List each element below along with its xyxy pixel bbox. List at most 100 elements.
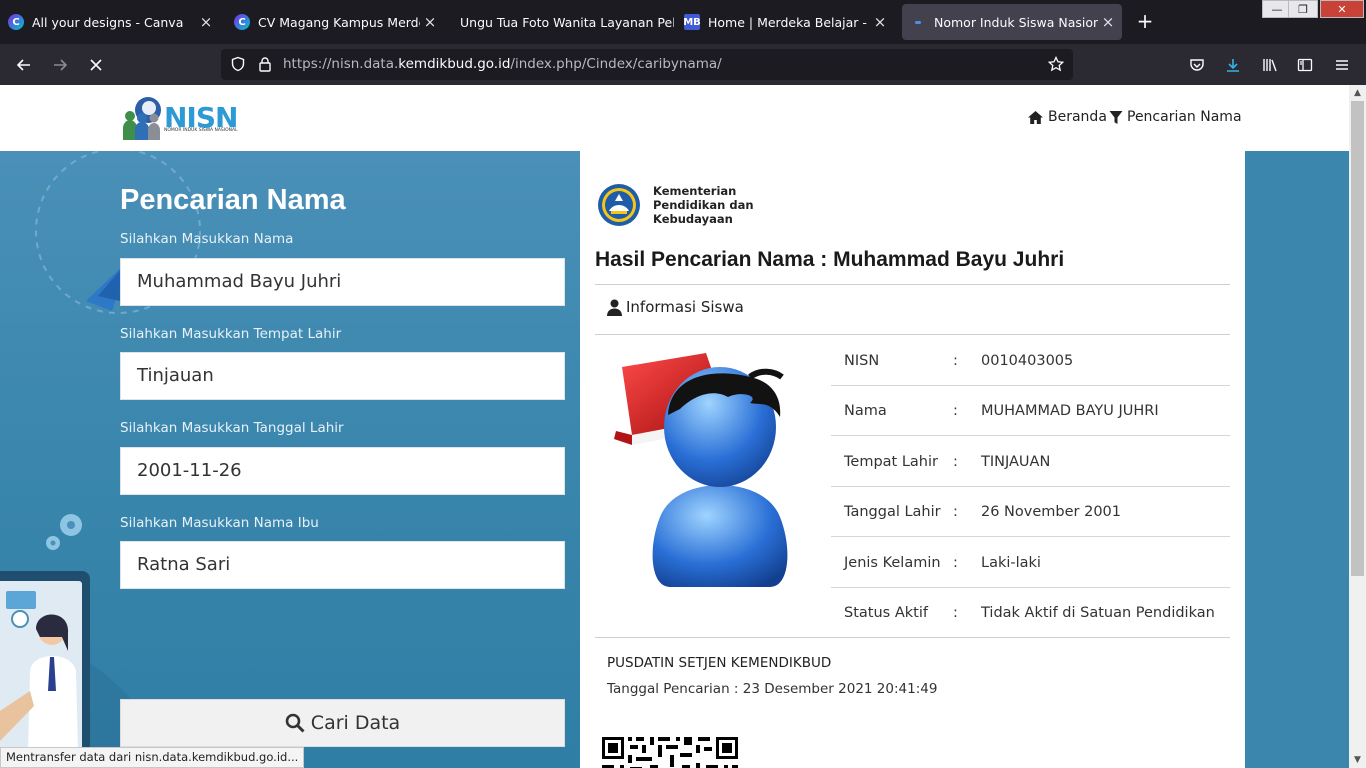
tab-cv-magang[interactable]: C CV Magang Kampus Merdeka - ×	[234, 4, 440, 40]
url-prefix: https://nisn.data.	[283, 56, 399, 72]
menu-icon[interactable]	[1329, 52, 1355, 78]
result-card: Kementerian Pendidikan dan Kebudayaan Ha…	[580, 151, 1245, 768]
student-avatar-icon	[614, 353, 788, 587]
search-date: Tanggal Pencarian : 23 Desember 2021 20:…	[607, 681, 938, 697]
sidebar-icon[interactable]	[1292, 52, 1318, 78]
new-tab-button[interactable]: +	[1134, 10, 1156, 34]
url-path: /index.php/Cindex/caribynama/	[510, 56, 722, 72]
user-icon	[607, 299, 622, 316]
logo-subtitle: NOMOR INDUK SISWA NASIONAL	[164, 128, 238, 133]
address-bar[interactable]: https://nisn.data.kemdikbud.go.id/index.…	[221, 49, 1073, 80]
home-icon	[1028, 110, 1043, 124]
status-bar: Mentransfer data dari nisn.data.kemdikbu…	[0, 747, 305, 768]
tab-nisn[interactable]: Nomor Induk Siswa Nasional ×	[902, 4, 1122, 40]
scrollbar-thumb[interactable]	[1351, 101, 1364, 576]
field-label: NISN	[844, 352, 880, 369]
cari-data-button[interactable]: Cari Data	[120, 699, 565, 747]
ministry-line-1: Kementerian	[653, 184, 737, 198]
window-close-button[interactable]: ✕	[1320, 0, 1364, 18]
tab-title: CV Magang Kampus Merdeka -	[258, 14, 420, 30]
downloads-icon[interactable]	[1220, 52, 1246, 78]
url-text[interactable]: https://nisn.data.kemdikbud.go.id/index.…	[283, 56, 722, 72]
tab-title: Ungu Tua Foto Wanita Layanan Pela	[460, 14, 674, 30]
tab-title: Nomor Induk Siswa Nasional	[934, 14, 1098, 30]
page-scrollbar[interactable]: ▲ ▼	[1349, 85, 1366, 768]
site-header: NISN NOMOR INDUK SISWA NASIONAL Beranda …	[0, 85, 1349, 151]
filter-icon	[1109, 110, 1123, 124]
mother-name-input[interactable]: Ratna Sari	[120, 541, 565, 589]
field-label: Nama	[844, 402, 887, 419]
nav-beranda[interactable]: Beranda	[1027, 109, 1107, 125]
ministry-line-2: Pendidikan dan	[653, 198, 754, 212]
tab-canva-designs[interactable]: C All your designs - Canva ×	[8, 4, 216, 40]
field-row-status-aktif: Status Aktif : Tidak Aktif di Satuan Pen…	[831, 588, 1230, 638]
close-tab-icon[interactable]: ×	[420, 13, 440, 31]
nav-pencarian-nama[interactable]: Pencarian Nama	[1109, 109, 1242, 125]
tab-strip: C All your designs - Canva × C CV Magang…	[0, 0, 1366, 44]
canva-icon: C	[8, 14, 24, 30]
ministry-line-3: Kebudayaan	[653, 212, 733, 226]
field-value: 26 November 2001	[981, 503, 1122, 520]
field-label: Status Aktif	[844, 605, 928, 621]
birthdate-label: Silahkan Masukkan Tanggal Lahir	[120, 420, 344, 436]
info-siswa-heading: Informasi Siswa	[607, 298, 744, 316]
field-value: MUHAMMAD BAYU JUHRI	[981, 402, 1159, 419]
field-row-tanggal-lahir: Tanggal Lahir : 26 November 2001	[831, 487, 1230, 537]
right-background-strip	[1245, 151, 1349, 768]
search-icon	[285, 713, 305, 733]
field-separator: :	[953, 402, 958, 419]
info-siswa-label: Informasi Siswa	[626, 298, 744, 316]
bookmark-star-icon[interactable]	[1043, 51, 1069, 77]
close-tab-icon[interactable]: ×	[1098, 13, 1118, 31]
field-row-jenis-kelamin: Jenis Kelamin : Laki-laki	[831, 538, 1230, 588]
field-separator: :	[953, 503, 958, 520]
name-input[interactable]: Muhammad Bayu Juhri	[120, 258, 565, 306]
back-icon[interactable]	[11, 52, 37, 78]
field-separator: :	[953, 352, 958, 369]
field-value: Laki-laki	[981, 554, 1041, 571]
result-title: Hasil Pencarian Nama : Muhammad Bayu Juh…	[595, 248, 1065, 271]
divider	[595, 334, 1230, 335]
nisn-people-icon	[123, 97, 161, 140]
library-icon[interactable]	[1257, 52, 1283, 78]
birthplace-label: Silahkan Masukkan Tempat Lahir	[120, 326, 342, 342]
birthdate-input[interactable]: 2001-11-26	[120, 447, 565, 495]
birthplace-input[interactable]: Tinjauan	[120, 352, 565, 400]
field-row-nisn: NISN : 0010403005	[831, 336, 1230, 386]
field-label: Tempat Lahir	[844, 453, 938, 470]
canva-icon: C	[234, 14, 250, 30]
scroll-down-icon[interactable]: ▼	[1349, 752, 1366, 768]
lock-icon[interactable]	[252, 51, 278, 77]
tut-wuri-handayani-icon	[598, 184, 640, 226]
field-value: 0010403005	[981, 352, 1074, 369]
merdeka-icon: MB	[683, 14, 701, 30]
nav-pencarian-label: Pencarian Nama	[1127, 109, 1242, 125]
forward-icon[interactable]	[47, 52, 73, 78]
tab-title: Home | Merdeka Belajar - Kamp	[708, 14, 870, 30]
cari-data-label: Cari Data	[310, 712, 401, 734]
divider	[595, 637, 1230, 638]
loading-icon	[910, 14, 926, 30]
scroll-up-icon[interactable]: ▲	[1349, 85, 1366, 101]
pusdatin-label: PUSDATIN SETJEN KEMENDIKBUD	[607, 655, 832, 671]
divider	[595, 284, 1230, 285]
nav-beranda-label: Beranda	[1048, 109, 1107, 125]
field-row-nama: Nama : MUHAMMAD BAYU JUHRI	[831, 386, 1230, 436]
close-tab-icon[interactable]: ×	[196, 13, 216, 31]
tab-merdeka-belajar[interactable]: MB Home | Merdeka Belajar - Kamp ×	[683, 4, 890, 40]
field-label: Jenis Kelamin	[844, 554, 941, 571]
tab-ungu-tua[interactable]: Ungu Tua Foto Wanita Layanan Pela	[460, 4, 674, 40]
maximize-button[interactable]: ❐	[1288, 0, 1318, 18]
field-separator: :	[953, 605, 958, 621]
nisn-logo[interactable]: NISN NOMOR INDUK SISWA NASIONAL	[120, 93, 238, 143]
field-value: TINJAUAN	[981, 453, 1051, 470]
search-form-panel: Pencarian Nama Silahkan Masukkan Nama Mu…	[0, 151, 580, 768]
pocket-icon[interactable]	[1184, 52, 1210, 78]
stop-loading-icon[interactable]	[83, 52, 109, 78]
field-separator: :	[953, 554, 958, 571]
tab-title: All your designs - Canva	[32, 14, 184, 30]
field-value: Tidak Aktif di Satuan Pendidikan	[981, 605, 1215, 621]
shield-icon[interactable]	[225, 51, 251, 77]
field-separator: :	[953, 453, 958, 470]
close-tab-icon[interactable]: ×	[870, 13, 890, 31]
